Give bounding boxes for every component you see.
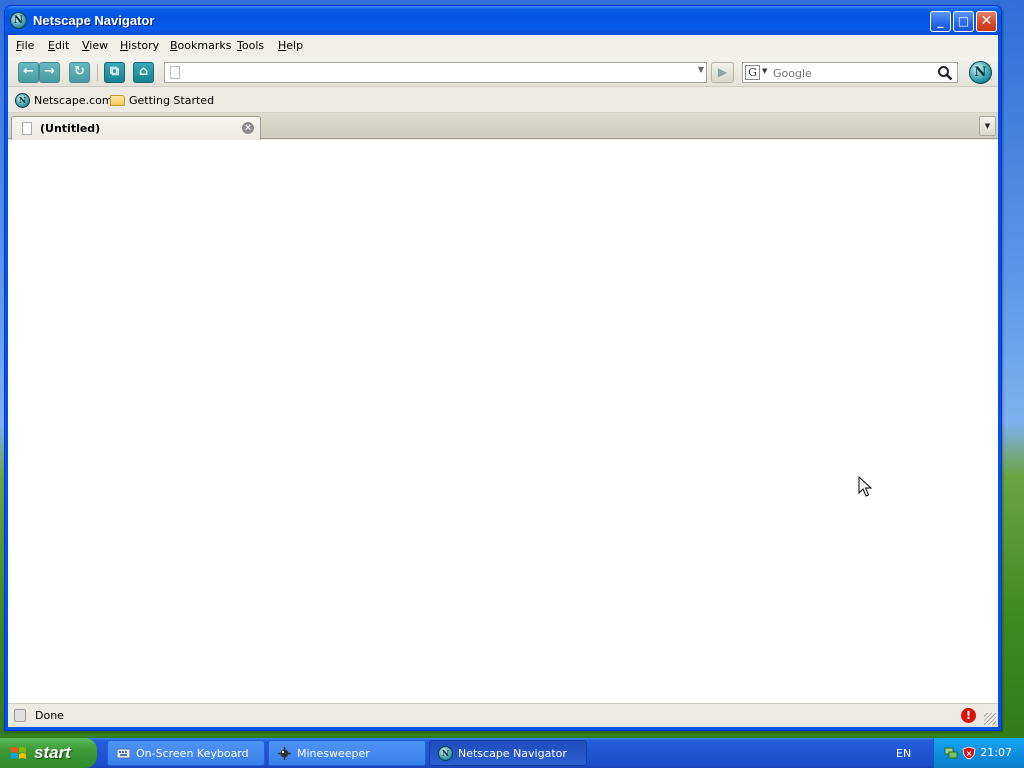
menu-bar: File Edit View History Bookmarks Tools H… — [8, 35, 998, 57]
menu-bookmarks[interactable]: Bookmarks — [170, 39, 231, 52]
task-netscape-navigator[interactable]: N Netscape Navigator — [429, 740, 587, 766]
taskbar: start On-Screen Keyboard Minesweeper N N… — [0, 738, 1024, 768]
task-label: Minesweeper — [297, 747, 370, 760]
menu-tools[interactable]: Tools — [237, 39, 264, 52]
start-label: start — [34, 743, 71, 762]
title-bar[interactable]: N Netscape Navigator _ □ ✕ — [5, 6, 1001, 35]
netscape-throbber-icon[interactable]: N — [969, 61, 992, 84]
engine-dropdown-icon[interactable]: ▼ — [762, 67, 767, 75]
alert-icon[interactable]: ! — [961, 708, 976, 723]
windows-logo-icon — [11, 747, 26, 759]
task-label: On-Screen Keyboard — [136, 747, 249, 760]
home-button[interactable]: ⌂ — [133, 62, 154, 83]
tab-plus-icon: ⧉ — [109, 64, 120, 79]
status-text: Done — [35, 709, 64, 722]
menu-edit[interactable]: Edit — [48, 39, 69, 52]
menu-help[interactable]: Help — [278, 39, 303, 52]
netscape-icon: N — [15, 92, 30, 108]
start-button[interactable]: start — [0, 738, 97, 768]
task-label: Netscape Navigator — [458, 747, 567, 760]
netscape-icon: N — [438, 746, 453, 761]
url-dropdown-icon[interactable]: ▼ — [698, 65, 704, 74]
close-button[interactable]: ✕ — [976, 11, 997, 32]
bookmarks-toolbar: N Netscape.com Getting Started — [8, 87, 998, 113]
bookmark-netscape[interactable]: N Netscape.com — [15, 92, 113, 108]
system-tray: × 21:07 — [933, 738, 1024, 768]
status-bar: Done ! — [8, 703, 998, 727]
search-input[interactable] — [773, 65, 933, 81]
home-icon: ⌂ — [138, 64, 149, 79]
go-button[interactable]: ▶ — [711, 62, 734, 83]
tab-untitled[interactable]: (Untitled) × — [11, 116, 261, 140]
clock[interactable]: 21:07 — [980, 746, 1012, 759]
page-icon — [22, 122, 32, 135]
resize-grip[interactable] — [984, 713, 996, 725]
page-content[interactable] — [8, 140, 998, 703]
folder-icon — [110, 94, 125, 106]
mouse-cursor-icon — [858, 476, 872, 497]
forward-button[interactable]: → — [39, 62, 60, 83]
forward-arrow-icon: → — [44, 64, 55, 79]
browser-window: N Netscape Navigator _ □ ✕ File Edit Vie… — [4, 5, 1002, 731]
bookmark-getting-started[interactable]: Getting Started — [110, 92, 214, 108]
security-shield-icon[interactable]: × — [962, 746, 976, 760]
navigation-toolbar: ← → ↻ ⧉ ⌂ ▼ ▶ G ▼ Google N — [8, 57, 998, 87]
minesweeper-icon — [278, 747, 291, 760]
reload-button[interactable]: ↻ — [69, 62, 90, 83]
menu-history[interactable]: History — [120, 39, 159, 52]
bookmark-label: Getting Started — [129, 93, 215, 107]
url-input[interactable] — [185, 64, 685, 81]
url-bar[interactable]: ▼ — [164, 62, 707, 83]
back-button[interactable]: ← — [18, 62, 39, 83]
search-bar[interactable]: G ▼ — [742, 62, 958, 83]
tab-strip: (Untitled) × ▼ — [8, 113, 998, 140]
search-icon[interactable] — [937, 65, 953, 81]
keyboard-icon — [116, 748, 131, 759]
window-title: Netscape Navigator — [33, 13, 155, 28]
play-arrow-icon: ▶ — [717, 65, 728, 79]
netscape-icon: N — [10, 12, 27, 29]
back-arrow-icon: ← — [23, 64, 34, 79]
language-indicator[interactable]: EN — [896, 747, 911, 760]
browser-client-area: File Edit View History Bookmarks Tools H… — [8, 35, 998, 727]
toolbar-separator — [97, 64, 98, 81]
menu-file[interactable]: File — [16, 39, 34, 52]
tab-list-dropdown-button[interactable]: ▼ — [979, 116, 996, 136]
bookmark-label: Netscape.com — [34, 93, 113, 107]
new-tab-button[interactable]: ⧉ — [104, 62, 125, 83]
page-icon — [170, 66, 180, 79]
network-icon[interactable] — [944, 746, 958, 760]
maximize-button[interactable]: □ — [953, 11, 974, 32]
google-engine-icon[interactable]: G — [745, 65, 760, 80]
reload-icon: ↻ — [74, 64, 85, 79]
task-minesweeper[interactable]: Minesweeper — [268, 740, 426, 766]
security-lock-icon[interactable] — [14, 709, 26, 722]
minimize-button[interactable]: _ — [930, 11, 951, 32]
menu-view[interactable]: View — [82, 39, 108, 52]
svg-text:×: × — [966, 749, 973, 758]
task-on-screen-keyboard[interactable]: On-Screen Keyboard — [107, 740, 265, 766]
tab-title: (Untitled) — [40, 122, 101, 135]
tab-close-icon[interactable]: × — [242, 122, 254, 134]
